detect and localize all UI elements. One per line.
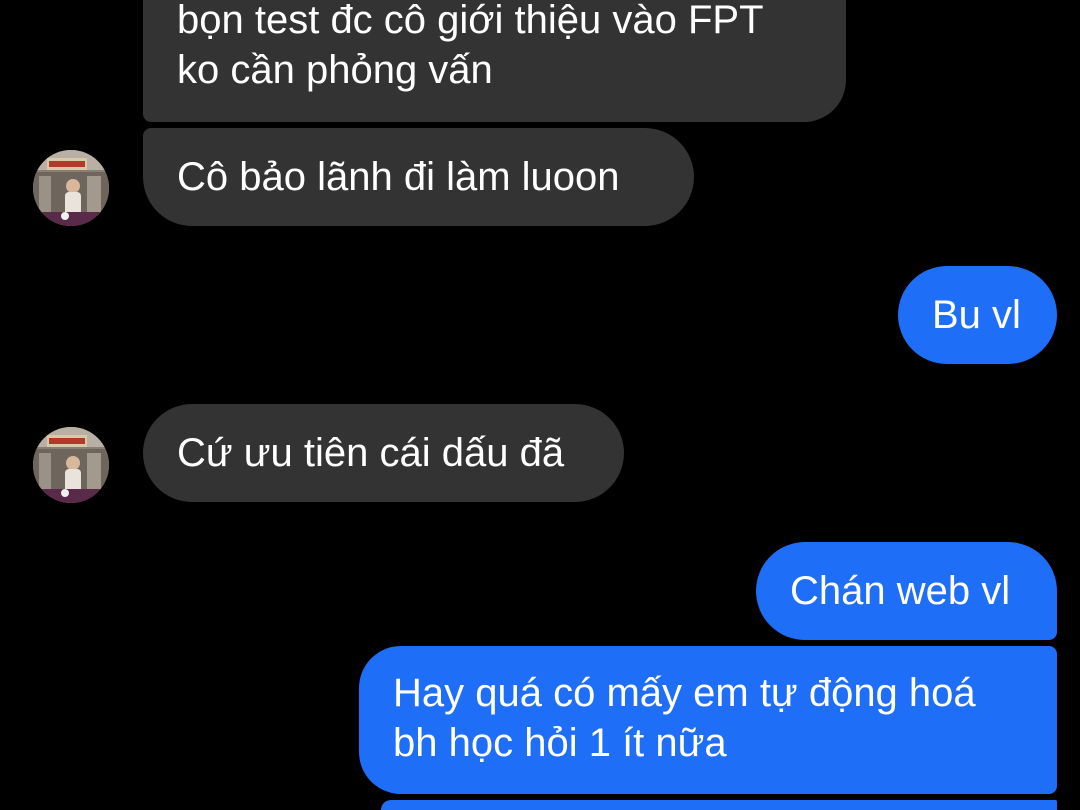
message-line: Hay quá có mấy em tự động hoá xyxy=(393,671,976,715)
message-bubble-outgoing[interactable] xyxy=(381,800,1057,810)
message-bubble-incoming[interactable]: bọn test đc cô giới thiệu vào FPT ko cần… xyxy=(143,0,846,122)
message-line: bọn test đc cô giới thiệu vào FPT xyxy=(177,0,764,42)
message-line: ko cần phỏng vấn xyxy=(177,48,493,92)
message-bubble-incoming[interactable]: Cô bảo lãnh đi làm luoon xyxy=(143,128,694,226)
message-line: Cứ ưu tiên cái dấu đã xyxy=(177,431,565,475)
message-line: Cô bảo lãnh đi làm luoon xyxy=(177,155,620,199)
message-bubble-outgoing[interactable]: Chán web vl xyxy=(756,542,1057,640)
message-bubble-outgoing[interactable]: Bu vl xyxy=(898,266,1057,364)
message-line: bh học hỏi 1 ít nữa xyxy=(393,721,727,765)
contact-avatar-icon[interactable] xyxy=(33,150,109,226)
message-bubble-outgoing[interactable]: Hay quá có mấy em tự động hoá bh học hỏi… xyxy=(359,646,1057,794)
message-bubble-incoming[interactable]: Cứ ưu tiên cái dấu đã xyxy=(143,404,624,502)
contact-avatar-icon[interactable] xyxy=(33,427,109,503)
message-line: Chán web vl xyxy=(790,569,1011,613)
message-thread[interactable]: bọn test đc cô giới thiệu vào FPT ko cần… xyxy=(0,0,1080,810)
message-line: Bu vl xyxy=(932,293,1021,337)
